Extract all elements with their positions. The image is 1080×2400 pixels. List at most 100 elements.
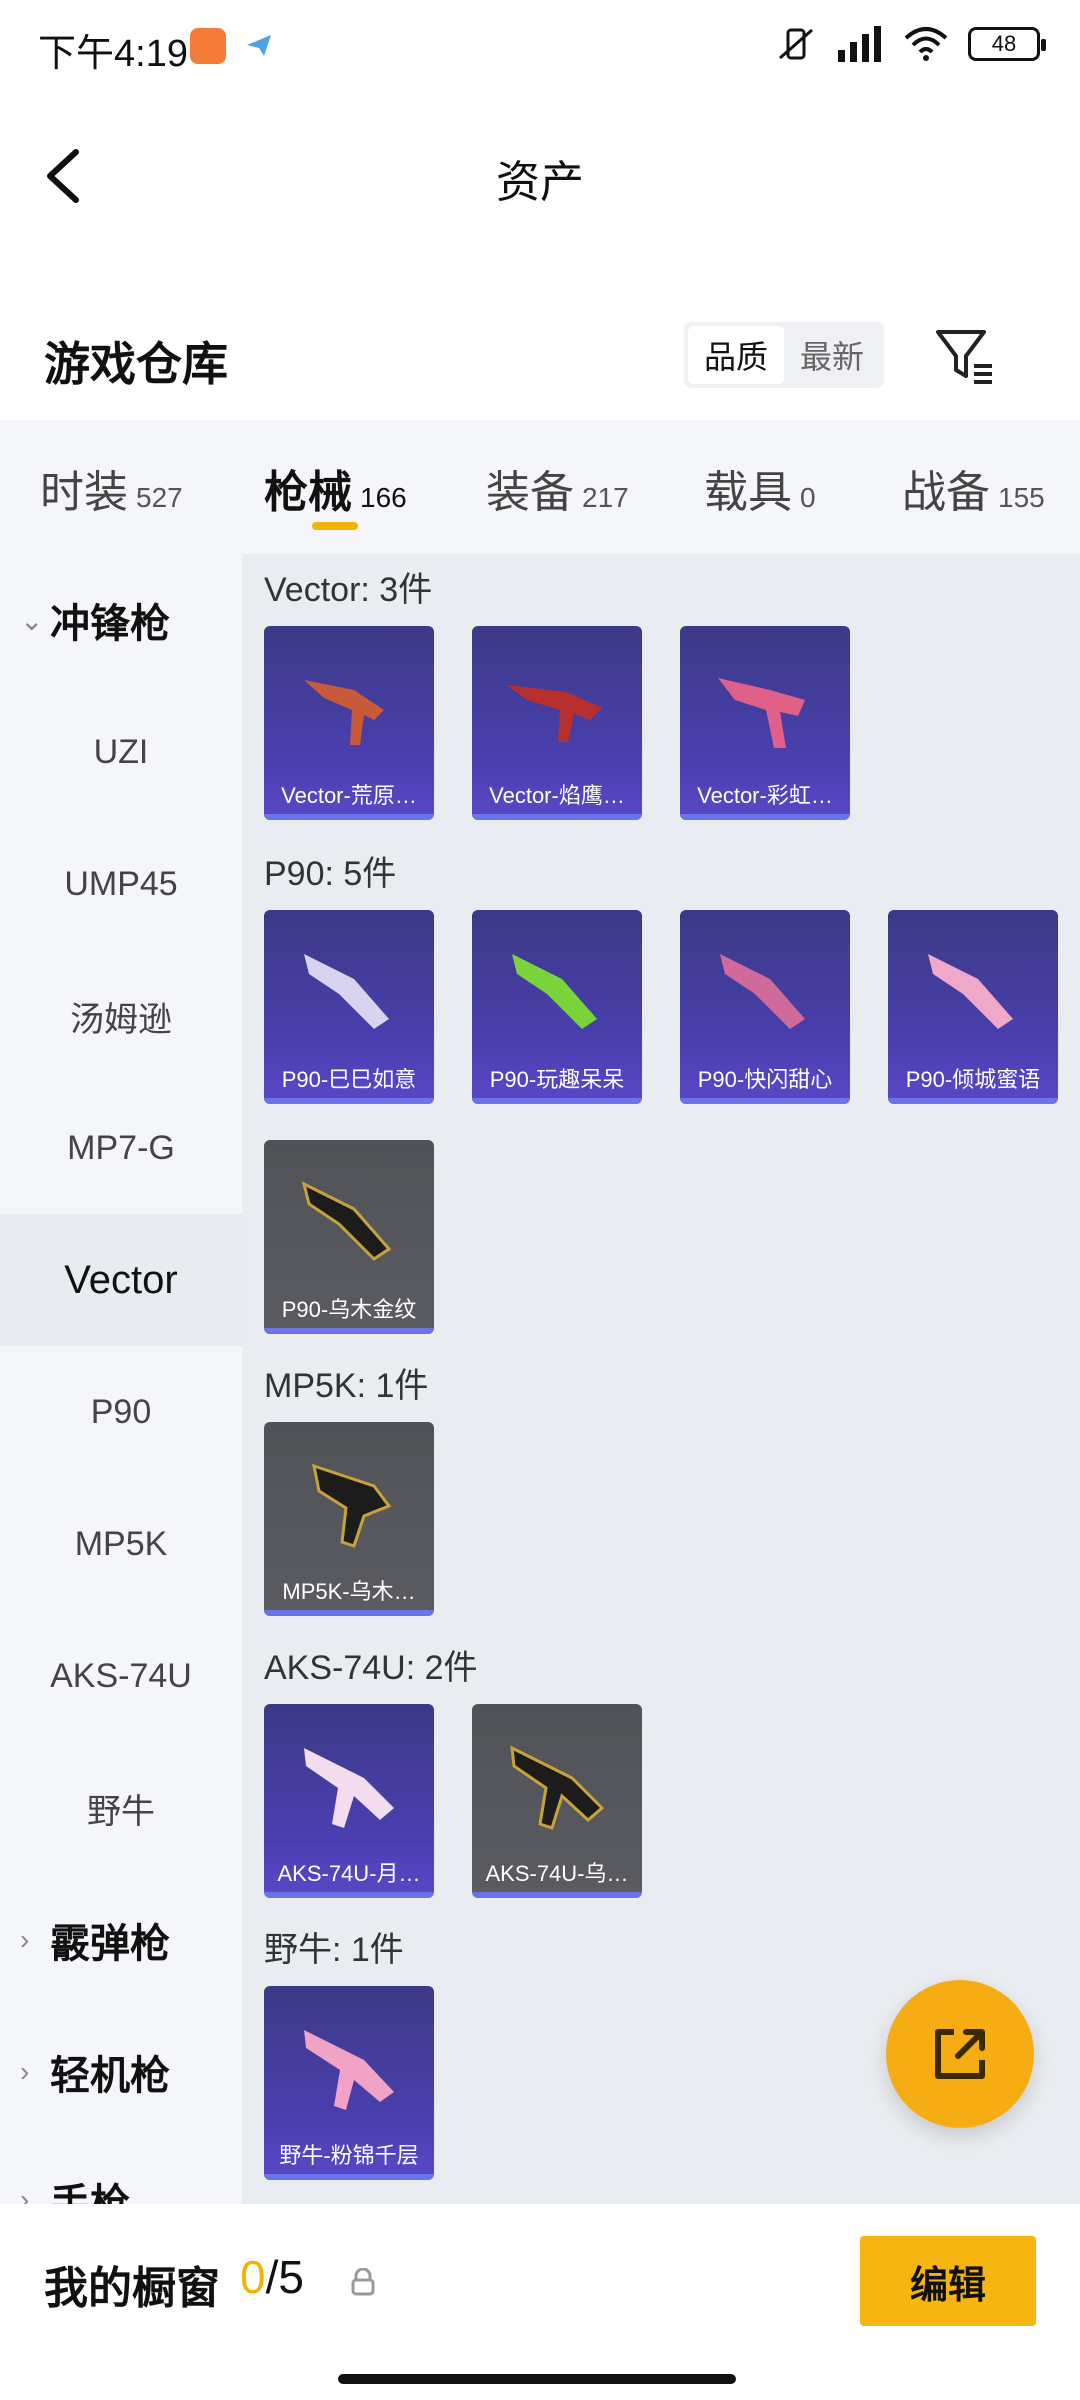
p90-gun-icon (512, 954, 597, 1029)
vector-gun-icon (507, 685, 602, 742)
tab-vehicles[interactable]: 载具 0 (704, 456, 816, 520)
p90-gun-icon (720, 954, 805, 1029)
share-button[interactable] (886, 1980, 1034, 2128)
sort-option-quality[interactable]: 品质 (688, 326, 784, 384)
weapon-card[interactable]: Vector-彩虹… (680, 626, 850, 820)
weapon-grid: Vector: 3件 Vector-荒原… Vector-焰鹰… Vector-… (242, 554, 1080, 2204)
weapon-name: P90-倾城蜜语 (905, 1067, 1041, 1092)
weapon-name: P90-乌木金纹 (281, 1297, 417, 1322)
sidebar-item-uzi[interactable]: UZI (0, 686, 242, 818)
p90-gun-icon (301, 1181, 392, 1261)
chevron-right-icon: › (20, 2184, 30, 2204)
battery-indicator: 48 (968, 27, 1046, 61)
rarity-bar (680, 814, 850, 820)
rarity-bar (472, 1892, 642, 1898)
weapon-card[interactable]: Vector-荒原… (264, 626, 434, 820)
weapon-card[interactable]: AKS-74U-乌… (472, 1704, 642, 1898)
category-tabs: 时装 527 枪械 166 装备 217 载具 0 战备 155 (0, 420, 1080, 554)
rarity-bar (264, 1328, 434, 1334)
sidebar-group-lmg[interactable]: › 轻机枪 (0, 2006, 242, 2138)
aks74u-gun-icon (304, 1748, 394, 1828)
sidebar-item-vector[interactable]: Vector (0, 1214, 242, 1346)
sort-option-newest[interactable]: 最新 (784, 326, 880, 384)
tab-count: 527 (136, 482, 183, 513)
tab-supplies[interactable]: 战备 155 (902, 456, 1045, 520)
sidebar-group-label: 轻机枪 (50, 2054, 170, 2098)
sidebar-group-pistol[interactable]: › 手枪 (0, 2134, 242, 2204)
weapon-name: MP5K-乌木… (282, 1579, 416, 1604)
weapon-name: Vector-焰鹰… (489, 783, 625, 808)
weapon-card[interactable]: MP5K-乌木… (264, 1422, 434, 1616)
weapon-card[interactable]: AKS-74U-月… (264, 1704, 434, 1898)
weapon-name: AKS-74U-乌… (485, 1861, 629, 1886)
showcase-label: 我的橱窗 (44, 2264, 220, 2313)
wifi-icon (904, 27, 948, 61)
sidebar-group-smg[interactable]: ⌄ 冲锋枪 (0, 554, 242, 686)
lock-icon (351, 2268, 375, 2296)
section-title-vector: Vector: 3件 (264, 571, 433, 609)
mute-vibrate-icon (779, 28, 813, 60)
tab-equipment[interactable]: 装备 217 (486, 456, 629, 520)
weapon-name: P90-玩趣呆呆 (489, 1067, 625, 1092)
showcase-total: 5 (278, 2251, 304, 2303)
weapon-name: Vector-彩虹… (697, 783, 833, 808)
aks74u-gun-icon (510, 1745, 605, 1830)
sort-toggle: 品质 最新 (684, 322, 884, 388)
page-title: 资产 (496, 158, 584, 207)
status-icons: 48 (774, 24, 1046, 64)
weapon-name: AKS-74U-月… (277, 1861, 421, 1886)
battery-level: 48 (991, 31, 1017, 56)
weapon-name: P90-巳巳如意 (281, 1067, 417, 1092)
sidebar-item-p90[interactable]: P90 (0, 1346, 242, 1478)
sidebar-group-shotgun[interactable]: › 霰弹枪 (0, 1874, 242, 2006)
warehouse-title: 游戏仓库 (44, 338, 228, 390)
tab-outfits[interactable]: 时装 527 (40, 456, 183, 520)
weapon-card[interactable]: 野牛-粉锦千层 (264, 1986, 434, 2180)
vector-gun-icon (718, 678, 805, 748)
chevron-right-icon: › (20, 2056, 30, 2087)
tab-count: 217 (582, 482, 629, 513)
sidebar-item-mp7g[interactable]: MP7-G (0, 1082, 242, 1214)
rarity-bar (264, 1098, 434, 1104)
tab-label: 载具 (704, 468, 792, 517)
sidebar-item-aks74u[interactable]: AKS-74U (0, 1610, 242, 1742)
sidebar-group-label: 冲锋枪 (50, 602, 170, 646)
weapon-card[interactable]: Vector-焰鹰… (472, 626, 642, 820)
p90-gun-icon (304, 954, 389, 1029)
rarity-bar (264, 1610, 434, 1616)
weapon-card[interactable]: P90-乌木金纹 (264, 1140, 434, 1334)
weapon-name: Vector-荒原… (281, 783, 417, 808)
tab-weapons[interactable]: 枪械 166 (264, 456, 407, 520)
active-tab-indicator (312, 522, 358, 530)
weapon-name: 野牛-粉锦千层 (279, 2143, 419, 2168)
signal-icon (838, 26, 881, 62)
rarity-bar (264, 2174, 434, 2180)
filter-icon[interactable] (932, 324, 996, 388)
tab-label: 时装 (40, 468, 128, 517)
tab-count: 166 (360, 482, 407, 513)
sidebar-group-label: 手枪 (50, 2182, 130, 2204)
sidebar-item-ump45[interactable]: UMP45 (0, 818, 242, 950)
chevron-down-icon: ⌄ (20, 604, 44, 636)
showcase-count: 0/5 (240, 2250, 304, 2304)
weapon-card[interactable]: P90-倾城蜜语 (888, 910, 1058, 1104)
weapon-sidebar: ⌄ 冲锋枪 UZI UMP45 汤姆逊 MP7-G Vector P90 MP5… (0, 554, 242, 2204)
sidebar-item-bizon[interactable]: 野牛 (0, 1742, 242, 1874)
rarity-bar (680, 1098, 850, 1104)
chevron-right-icon: › (20, 1924, 30, 1955)
weapon-card[interactable]: P90-快闪甜心 (680, 910, 850, 1104)
weapon-card[interactable]: P90-玩趣呆呆 (472, 910, 642, 1104)
home-indicator (338, 2374, 736, 2384)
showcase-separator: / (265, 2251, 279, 2303)
rarity-bar (888, 1098, 1058, 1104)
weapon-card[interactable]: P90-巳巳如意 (264, 910, 434, 1104)
sidebar-item-mp5k[interactable]: MP5K (0, 1478, 242, 1610)
bizon-gun-icon (304, 2030, 394, 2110)
section-title-mp5k: MP5K: 1件 (264, 1367, 429, 1405)
rarity-bar (264, 1892, 434, 1898)
rarity-bar (472, 814, 642, 820)
sidebar-item-thompson[interactable]: 汤姆逊 (0, 950, 242, 1082)
edit-button[interactable]: 编辑 (860, 2236, 1036, 2326)
share-external-icon (935, 2029, 985, 2079)
section-title-p90: P90: 5件 (264, 855, 397, 893)
